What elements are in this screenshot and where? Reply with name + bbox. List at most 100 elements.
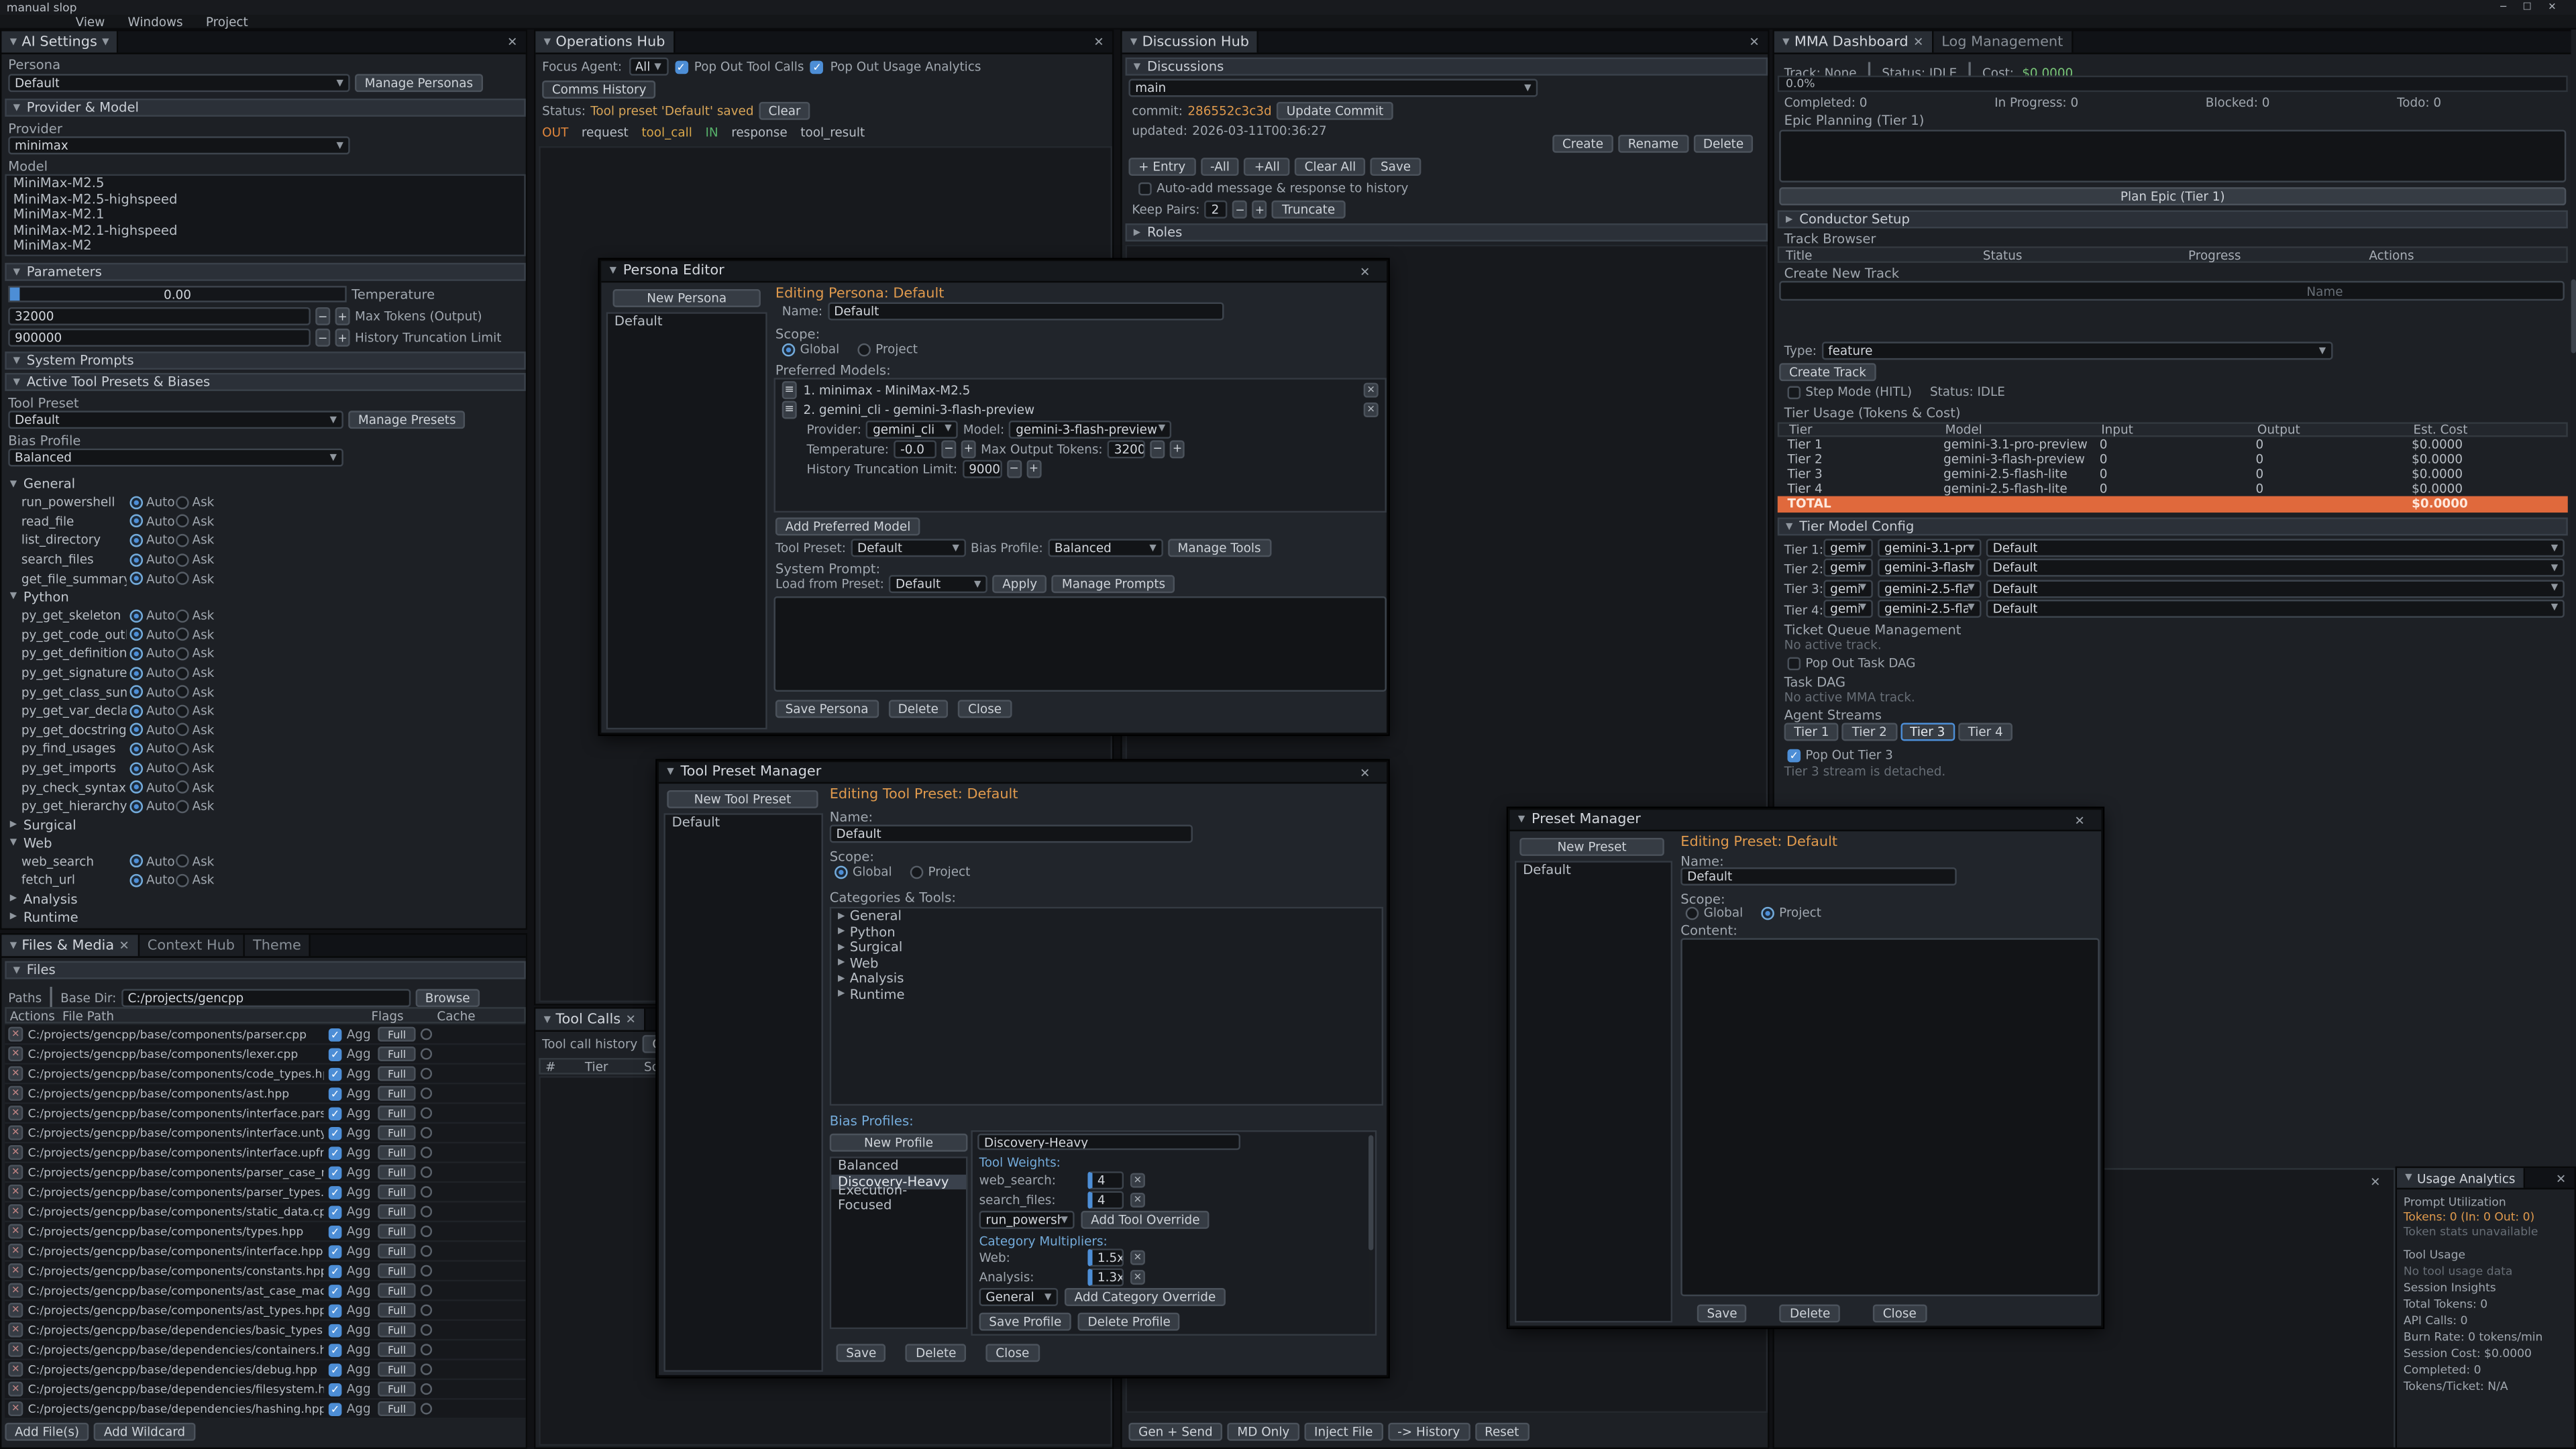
multiplier-input[interactable]: 1.3x [1087,1267,1124,1285]
delete-preset-button[interactable]: Delete [1780,1304,1840,1322]
group-analysis[interactable]: ▶ Analysis [5,890,525,908]
agg-checkbox[interactable]: ✓ [329,1146,342,1159]
bias-profile-item[interactable]: Balanced [831,1159,966,1174]
auto-radio[interactable] [129,855,143,868]
close-persona-editor-button[interactable]: Close [958,700,1011,718]
system-prompts-section[interactable]: ▼ System Prompts [5,352,525,370]
auto-add-checkbox[interactable] [1138,182,1152,195]
increment-icon[interactable]: + [1170,439,1185,458]
tool-preset-select[interactable]: Default ▼ [8,411,343,429]
ask-radio[interactable] [176,609,189,623]
remove-file-icon[interactable]: ✕ [8,1401,23,1416]
track-type-select[interactable]: feature ▼ [1821,341,2332,360]
tier-model-select[interactable]: gemini-2.5-flash-lite ▼ [1878,600,1981,618]
preset-content-textarea[interactable] [1680,938,2099,1296]
agg-checkbox[interactable]: ✓ [329,1087,342,1100]
remove-file-icon[interactable]: ✕ [8,1263,23,1278]
full-button[interactable]: Full [378,1066,416,1081]
delete-discussion-button[interactable]: Delete [1693,135,1754,153]
ask-radio[interactable] [176,761,189,775]
active-tool-presets-section[interactable]: ▼ Active Tool Presets & Biases [5,373,525,391]
category-override-select[interactable]: General ▼ [979,1288,1059,1306]
entry-button[interactable]: Clear All [1295,158,1366,176]
tier-preset-select[interactable]: Default ▼ [1986,539,2565,557]
stream-tab[interactable]: Tier 4 [1958,723,2013,741]
ask-radio[interactable] [176,781,189,794]
discussion-action-button[interactable]: MD Only [1228,1423,1299,1441]
close-icon[interactable]: ✕ [1913,34,1923,49]
discussions-section[interactable]: ▼ Discussions [1126,58,1768,76]
auto-radio[interactable] [129,743,143,756]
tier-model-select[interactable]: gemini-3-flash-preview ▼ [1878,559,1981,577]
ask-radio[interactable] [176,647,189,661]
epic-planning-textarea[interactable] [1779,129,2566,182]
preset-list-item[interactable]: Default [1516,863,1670,878]
auto-radio[interactable] [129,686,143,699]
rename-discussion-button[interactable]: Rename [1618,135,1688,153]
scrollbar-thumb[interactable] [1368,1135,1373,1250]
remove-file-icon[interactable]: ✕ [8,1244,23,1258]
menu-item[interactable]: View [76,14,105,29]
reorder-handle-icon[interactable]: ≡ [782,380,797,398]
auto-radio[interactable] [129,874,143,888]
agg-checkbox[interactable]: ✓ [329,1185,342,1199]
agg-checkbox[interactable]: ✓ [329,1166,342,1179]
persona-bias-profile-select[interactable]: Balanced ▼ [1048,539,1163,557]
close-icon[interactable]: ✕ [1352,264,1379,278]
load-from-preset-select[interactable]: Default ▼ [889,575,987,593]
save-persona-button[interactable]: Save Persona [775,700,878,718]
delete-profile-button[interactable]: Delete Profile [1078,1313,1181,1331]
weight-input[interactable]: 4 [1087,1190,1124,1208]
clear-status-button[interactable]: Clear [759,102,810,120]
ask-radio[interactable] [176,704,189,718]
close-preset-manager-button[interactable]: Close [1873,1304,1926,1322]
close-tool-preset-manager-button[interactable]: Close [986,1344,1039,1362]
apply-button[interactable]: Apply [993,575,1047,593]
tier-provider-select[interactable]: gemini ▼ [1823,559,1872,577]
new-preset-button[interactable]: New Preset [1519,838,1664,856]
close-icon[interactable]: ✕ [1085,34,1112,49]
scope-global-radio[interactable] [835,865,848,878]
tab-tool-calls[interactable]: ▼ Tool Calls ✕ [535,1009,645,1030]
stream-tab[interactable]: Tier 3 [1900,723,1955,741]
create-track-button[interactable]: Create Track [1779,363,1876,381]
manage-prompts-button[interactable]: Manage Prompts [1052,575,1175,593]
reorder-handle-icon[interactable]: ≡ [782,400,797,418]
tab-operations-hub[interactable]: ▼ Operations Hub [535,32,675,53]
discussion-select[interactable]: main ▼ [1128,79,1538,97]
system-prompt-textarea[interactable] [773,596,1386,692]
pop-out-tier3-checkbox[interactable]: ✓ [1787,749,1801,762]
files-section[interactable]: ▼ Files [5,961,525,979]
agg-checkbox[interactable]: ✓ [329,1324,342,1337]
model-option[interactable]: MiniMax-M2.5 [7,176,524,191]
comms-history-tab[interactable]: Comms History [542,80,656,99]
plan-epic-button[interactable]: Plan Epic (Tier 1) [1779,187,2566,205]
remove-file-icon[interactable]: ✕ [8,1185,23,1199]
profile-name-input[interactable]: Discovery-Heavy [977,1134,1240,1150]
auto-radio[interactable] [129,761,143,775]
agg-checkbox[interactable]: ✓ [329,1028,342,1041]
agg-checkbox[interactable]: ✓ [329,1343,342,1356]
entry-provider-select[interactable]: gemini_cli ▼ [866,420,958,438]
full-button[interactable]: Full [378,1027,416,1042]
auto-radio[interactable] [129,781,143,794]
history-limit-input[interactable]: 900000 [962,459,1002,477]
remove-weight-icon[interactable]: ✕ [1130,1192,1145,1207]
remove-model-icon[interactable]: ✕ [1364,402,1379,417]
tab-log-management[interactable]: Log Management [1933,32,2073,53]
persona-tool-preset-select[interactable]: Default ▼ [851,539,965,557]
group-surgical[interactable]: ▶ Surgical [5,816,525,834]
increment-icon[interactable]: + [1026,459,1041,477]
agg-checkbox[interactable]: ✓ [329,1383,342,1396]
scope-project-radio[interactable] [857,343,871,356]
auto-radio[interactable] [129,496,143,509]
entry-button[interactable]: Save [1371,158,1421,176]
agg-checkbox[interactable]: ✓ [329,1264,342,1277]
tier-preset-select[interactable]: Default ▼ [1986,600,2565,618]
ask-radio[interactable] [176,800,189,813]
ask-radio[interactable] [176,496,189,509]
increment-icon[interactable]: + [1252,201,1267,219]
maximize-icon[interactable]: ☐ [2523,1,2532,13]
entry-button[interactable]: + Entry [1128,158,1195,176]
decrement-icon[interactable]: − [1233,201,1248,219]
